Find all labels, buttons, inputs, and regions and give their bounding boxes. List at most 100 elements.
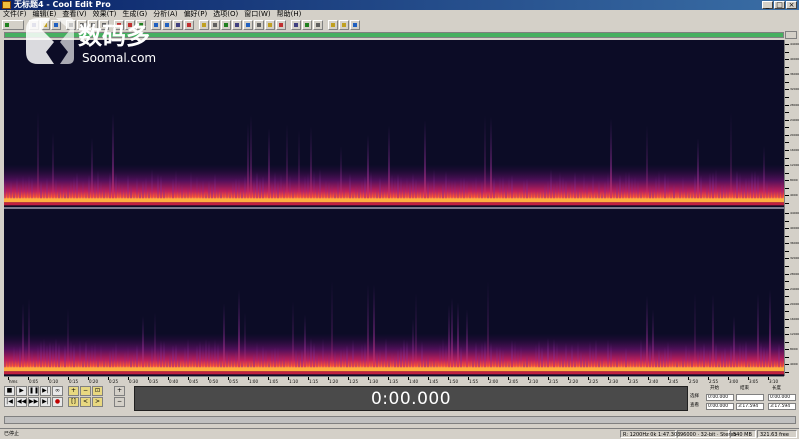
spectral-spike xyxy=(610,342,612,370)
time-tick-label: hms xyxy=(9,379,18,384)
zoom-right-icon[interactable]: > xyxy=(92,397,103,407)
close-button[interactable]: × xyxy=(786,1,797,9)
watermark-brand-cn: 数码多 xyxy=(78,22,150,50)
menu-options[interactable]: 选项(O) xyxy=(213,10,238,19)
spectral-spike xyxy=(400,176,402,201)
freq-tick xyxy=(785,281,789,283)
zoom-vertical-in-icon[interactable]: + xyxy=(114,386,125,396)
time-ruler[interactable]: hms 0:05 0:10 0:15 0:20 0:25 0:30 0:35 0:40 0:45 0… xyxy=(4,376,784,384)
spectral-spike xyxy=(595,339,597,370)
spectral-spike xyxy=(508,176,510,201)
view-end-field[interactable]: 3:17.594 xyxy=(736,403,764,410)
spectral-spike xyxy=(181,185,183,201)
waveform-view-button[interactable] xyxy=(173,20,183,30)
spectral-spike xyxy=(712,172,714,201)
spectral-spike xyxy=(625,347,627,370)
spectral-spike xyxy=(70,180,72,201)
spectral-spike xyxy=(721,184,723,201)
zoom-to-selection-icon[interactable]: [] xyxy=(68,397,79,407)
play-list-button[interactable] xyxy=(243,20,253,30)
view-length-field[interactable]: 3:17.594 xyxy=(768,403,796,410)
cd-button[interactable] xyxy=(302,20,312,30)
spectral-spike xyxy=(682,355,684,370)
maximize-button[interactable]: □ xyxy=(774,1,785,9)
statistics-button[interactable] xyxy=(276,20,286,30)
zoom-in-horizontal-icon[interactable]: + xyxy=(68,386,79,396)
rewind-button[interactable]: ◀◀ xyxy=(16,397,27,407)
spectral-spike xyxy=(511,174,513,201)
window-title: 无标题4 - Cool Edit Pro xyxy=(14,0,111,9)
menu-window[interactable]: 窗口(W) xyxy=(244,10,270,19)
freq-tick xyxy=(785,127,789,129)
fast-forward-button[interactable]: ▶▶ xyxy=(28,397,39,407)
spectral-spike xyxy=(655,175,657,201)
go-to-start-button[interactable]: |◀ xyxy=(4,397,15,407)
pause-button[interactable]: ❚❚ xyxy=(28,386,39,396)
record-button[interactable]: ● xyxy=(52,397,63,407)
spectral-spike xyxy=(385,183,387,201)
spectral-spike xyxy=(367,135,369,201)
view-begin-field[interactable]: 0:00.000 xyxy=(706,403,734,410)
menu-favorites[interactable]: 偏好(P) xyxy=(184,10,208,19)
zoom-vertical-out-icon[interactable]: − xyxy=(114,397,125,407)
spectral-spike xyxy=(172,178,174,201)
spectral-spike xyxy=(607,172,609,201)
selection-begin-field[interactable]: 0:00.000 xyxy=(706,394,734,401)
loop-button[interactable]: ∞ xyxy=(52,386,63,396)
hybrid-button[interactable] xyxy=(210,20,220,30)
go-to-end-button[interactable]: ▶| xyxy=(40,397,51,407)
spectral-spike xyxy=(142,180,144,201)
spectral-spike xyxy=(40,180,42,201)
selection-length-field[interactable]: 0:00.000 xyxy=(768,394,796,401)
multitrack-button[interactable] xyxy=(291,20,301,30)
time-tick-label: 2:15 xyxy=(549,379,558,384)
spectral-spike xyxy=(781,179,783,201)
frequency-analysis-button[interactable] xyxy=(265,20,275,30)
help-button[interactable] xyxy=(350,20,360,30)
cue-list-button[interactable] xyxy=(232,20,242,30)
spectral-spike xyxy=(583,172,585,201)
zoom-full-icon[interactable]: ⊡ xyxy=(92,386,103,396)
spectral-spike xyxy=(211,346,213,370)
spectral-spike xyxy=(16,176,18,201)
spectral-spike xyxy=(670,348,672,370)
scripts-button[interactable] xyxy=(328,20,338,30)
spectral-spike xyxy=(316,183,318,201)
spectral-spike xyxy=(397,173,399,201)
spectral-spike xyxy=(100,180,102,201)
spectral-spike xyxy=(97,170,99,201)
spectral-spike xyxy=(253,179,255,201)
play-to-end-button[interactable]: ▶| xyxy=(40,386,51,396)
snap-button[interactable] xyxy=(199,20,209,30)
spectral-spike xyxy=(13,345,15,370)
tempo-button[interactable] xyxy=(221,20,231,30)
spectral-spike xyxy=(112,346,114,370)
overview-zoom-button[interactable] xyxy=(785,31,797,39)
freq-tick-label: 4000 xyxy=(790,193,798,198)
batch-button[interactable] xyxy=(339,20,349,30)
menu-help[interactable]: 帮助(H) xyxy=(277,10,302,19)
freq-tick xyxy=(785,66,789,68)
spectral-spike xyxy=(754,170,756,201)
low-frequency-band xyxy=(4,198,784,203)
spectral-display[interactable] xyxy=(4,40,784,376)
freq-tick-label: 8000 xyxy=(790,347,798,352)
zoom-left-icon[interactable]: < xyxy=(80,397,91,407)
minimize-button[interactable]: _ xyxy=(762,1,773,9)
spectral-spike xyxy=(118,177,120,201)
stop-button[interactable]: ■ xyxy=(4,386,15,396)
time-tick-label: 2:20 xyxy=(569,379,578,384)
play-button[interactable]: ▶ xyxy=(16,386,27,396)
spectral-spike xyxy=(199,181,201,201)
spectral-spike xyxy=(427,180,429,201)
zoom-out-horizontal-icon[interactable]: − xyxy=(80,386,91,396)
settings-button[interactable] xyxy=(313,20,323,30)
info-button[interactable] xyxy=(254,20,264,30)
freq-tick xyxy=(785,349,789,351)
spectral-spike xyxy=(46,178,48,201)
spectral-spike xyxy=(499,176,501,201)
spectral-view-button[interactable] xyxy=(184,20,194,30)
selection-end-field[interactable] xyxy=(736,394,764,401)
spectral-spike xyxy=(733,315,735,370)
spectral-spike xyxy=(307,173,309,201)
